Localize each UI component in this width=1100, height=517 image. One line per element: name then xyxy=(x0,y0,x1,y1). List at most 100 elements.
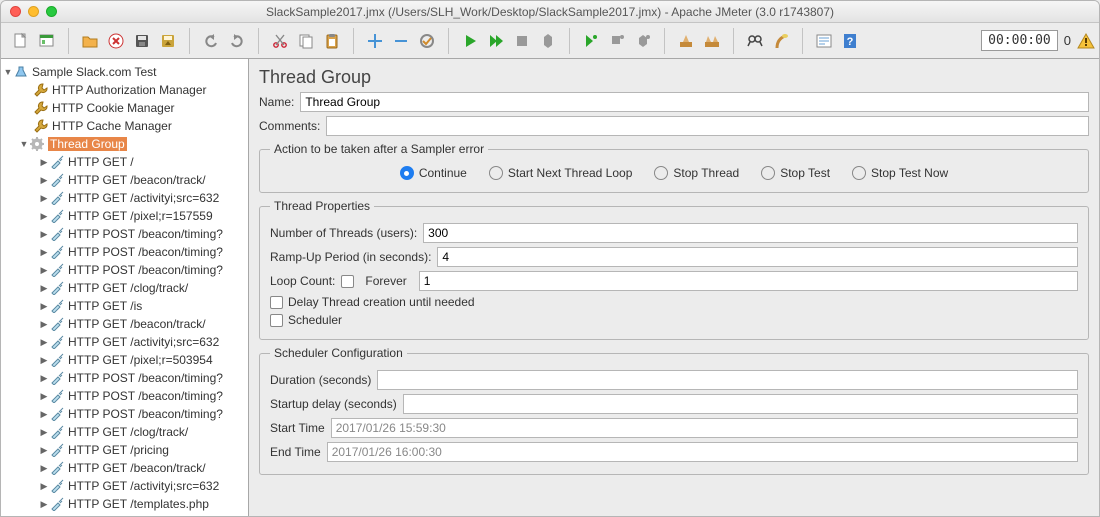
tree-sampler[interactable]: ▶HTTP GET /pixel;r=157559 xyxy=(1,207,248,225)
threads-input[interactable] xyxy=(423,223,1078,243)
end-time-input[interactable] xyxy=(327,442,1078,462)
radio-stop-test[interactable]: Stop Test xyxy=(761,166,830,180)
caret-icon[interactable]: ▶ xyxy=(39,481,49,492)
tree-sampler[interactable]: ▶HTTP GET / xyxy=(1,153,248,171)
scheduler-label: Scheduler xyxy=(288,313,342,327)
caret-icon[interactable]: ▶ xyxy=(39,247,49,258)
syringe-icon xyxy=(49,172,65,188)
tree-sampler[interactable]: ▶HTTP GET /pricing xyxy=(1,441,248,459)
remote-stop-button[interactable] xyxy=(605,29,629,53)
paste-button[interactable] xyxy=(320,29,344,53)
loop-count-input[interactable] xyxy=(419,271,1078,291)
name-input[interactable] xyxy=(300,92,1089,112)
toggle-button[interactable] xyxy=(415,29,439,53)
clear-button[interactable] xyxy=(674,29,698,53)
tree-config-element[interactable]: ▶HTTP Cache Manager xyxy=(1,117,248,135)
caret-icon[interactable]: ▼ xyxy=(3,67,13,77)
tree-sampler[interactable]: ▶HTTP GET /activityi;src=632 xyxy=(1,477,248,495)
tree-sampler[interactable]: ▶HTTP POST /beacon/timing? xyxy=(1,405,248,423)
caret-icon[interactable]: ▶ xyxy=(39,355,49,366)
caret-icon[interactable]: ▶ xyxy=(39,427,49,438)
caret-icon[interactable]: ▶ xyxy=(39,463,49,474)
caret-icon[interactable]: ▶ xyxy=(39,283,49,294)
clear-all-button[interactable] xyxy=(700,29,724,53)
shutdown-button[interactable] xyxy=(536,29,560,53)
close-window-button[interactable] xyxy=(10,6,21,17)
caret-icon[interactable]: ▶ xyxy=(39,445,49,456)
templates-button[interactable] xyxy=(35,29,59,53)
start-button[interactable] xyxy=(458,29,482,53)
radio-continue[interactable]: Continue xyxy=(400,166,467,180)
caret-icon[interactable]: ▶ xyxy=(39,319,49,330)
delay-thread-checkbox[interactable] xyxy=(270,296,283,309)
tree-sampler[interactable]: ▶HTTP GET /pixel;r=503954 xyxy=(1,351,248,369)
radio-stop-now[interactable]: Stop Test Now xyxy=(852,166,948,180)
remote-start-button[interactable] xyxy=(579,29,603,53)
cut-button[interactable] xyxy=(268,29,292,53)
close-file-button[interactable] xyxy=(104,29,128,53)
caret-icon[interactable]: ▶ xyxy=(39,157,49,168)
tree-config-element[interactable]: ▶HTTP Cookie Manager xyxy=(1,99,248,117)
tree-sampler[interactable]: ▶HTTP POST /beacon/timing? xyxy=(1,261,248,279)
tree-sampler[interactable]: ▶HTTP POST /beacon/timing? xyxy=(1,243,248,261)
caret-icon[interactable]: ▶ xyxy=(39,265,49,276)
caret-icon[interactable]: ▶ xyxy=(39,373,49,384)
redo-button[interactable] xyxy=(225,29,249,53)
copy-button[interactable] xyxy=(294,29,318,53)
search-button[interactable] xyxy=(743,29,767,53)
help-button[interactable]: ? xyxy=(838,29,862,53)
caret-icon[interactable]: ▼ xyxy=(19,139,29,149)
undo-button[interactable] xyxy=(199,29,223,53)
startup-delay-input[interactable] xyxy=(403,394,1078,414)
tree-sampler[interactable]: ▶HTTP GET /activityi;src=632 xyxy=(1,189,248,207)
radio-next-loop[interactable]: Start Next Thread Loop xyxy=(489,166,633,180)
caret-icon[interactable]: ▶ xyxy=(39,175,49,186)
tree-sampler[interactable]: ▶HTTP POST /beacon/timing? xyxy=(1,387,248,405)
ramp-input[interactable] xyxy=(437,247,1078,267)
collapse-all-button[interactable] xyxy=(389,29,413,53)
tree-sampler[interactable]: ▶HTTP GET /beacon/track/ xyxy=(1,171,248,189)
minimize-window-button[interactable] xyxy=(28,6,39,17)
tree-sampler[interactable]: ▶HTTP GET /beacon/track/ xyxy=(1,315,248,333)
syringe-icon xyxy=(49,226,65,242)
save-as-button[interactable] xyxy=(156,29,180,53)
remote-shutdown-button[interactable] xyxy=(631,29,655,53)
tree-sampler[interactable]: ▶HTTP POST /beacon/timing? xyxy=(1,225,248,243)
save-button[interactable] xyxy=(130,29,154,53)
comments-input[interactable] xyxy=(326,116,1089,136)
new-file-button[interactable] xyxy=(9,29,33,53)
open-file-button[interactable] xyxy=(78,29,102,53)
caret-icon[interactable]: ▶ xyxy=(39,193,49,204)
caret-icon[interactable]: ▶ xyxy=(39,337,49,348)
test-plan-tree[interactable]: ▼ Sample Slack.com Test ▶HTTP Authorizat… xyxy=(1,59,249,517)
scheduler-checkbox[interactable] xyxy=(270,314,283,327)
tree-sampler[interactable]: ▶HTTP GET /clog/track/ xyxy=(1,279,248,297)
caret-icon[interactable]: ▶ xyxy=(39,229,49,240)
stop-button[interactable] xyxy=(510,29,534,53)
start-time-input[interactable] xyxy=(331,418,1078,438)
zoom-window-button[interactable] xyxy=(46,6,57,17)
tree-sampler[interactable]: ▶HTTP GET /activityi;src=632 xyxy=(1,333,248,351)
tree-sampler[interactable]: ▶HTTP POST /beacon/timing? xyxy=(1,369,248,387)
tree-thread-group[interactable]: ▼ Thread Group xyxy=(1,135,248,153)
caret-icon[interactable]: ▶ xyxy=(39,499,49,510)
caret-icon[interactable]: ▶ xyxy=(39,301,49,312)
duration-input[interactable] xyxy=(377,370,1078,390)
duration-label: Duration (seconds) xyxy=(270,373,371,387)
tree-sampler[interactable]: ▶HTTP GET /templates.php xyxy=(1,495,248,513)
caret-icon[interactable]: ▶ xyxy=(39,391,49,402)
tree-sampler[interactable]: ▶HTTP GET /is xyxy=(1,297,248,315)
tree-config-element[interactable]: ▶HTTP Authorization Manager xyxy=(1,81,248,99)
forever-checkbox[interactable] xyxy=(341,275,354,288)
expand-all-button[interactable] xyxy=(363,29,387,53)
tree-root[interactable]: ▼ Sample Slack.com Test xyxy=(1,63,248,81)
tree-sampler[interactable]: ▶HTTP GET /beacon/track/ xyxy=(1,459,248,477)
radio-stop-thread[interactable]: Stop Thread xyxy=(654,166,739,180)
reset-search-button[interactable] xyxy=(769,29,793,53)
start-no-pause-button[interactable] xyxy=(484,29,508,53)
tree-sampler[interactable]: ▶HTTP GET /clog/track/ xyxy=(1,423,248,441)
function-helper-button[interactable] xyxy=(812,29,836,53)
caret-icon[interactable]: ▶ xyxy=(39,211,49,222)
caret-icon[interactable]: ▶ xyxy=(39,409,49,420)
warning-icon[interactable] xyxy=(1077,32,1095,50)
